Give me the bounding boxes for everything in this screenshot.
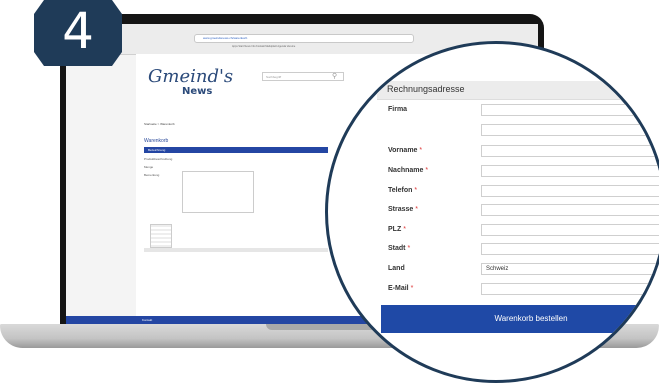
vorname-input[interactable] bbox=[481, 145, 659, 157]
product-thumbnail bbox=[150, 224, 172, 248]
field-label-vorname: Vorname * bbox=[388, 147, 423, 154]
field-label-land: Land bbox=[388, 265, 405, 272]
magnifier-circle: Rechnungsadresse Firma Vorname * Nachnam… bbox=[325, 41, 659, 383]
field-label-stadt: Stadt * bbox=[388, 245, 411, 252]
strasse-input[interactable] bbox=[481, 204, 659, 216]
address-bar[interactable]: www.gmeindsnews.ch/warenkorb bbox=[194, 34, 414, 43]
cart-label-quantity: Menge bbox=[144, 165, 154, 169]
field-label-firma: Firma bbox=[388, 106, 408, 113]
note-textarea[interactable] bbox=[182, 171, 254, 213]
nachname-input[interactable] bbox=[481, 165, 659, 177]
page-title: Warenkorb bbox=[144, 138, 169, 144]
bookmarks-bar[interactable]: Apps Start News Info Kontakt Marktplatz … bbox=[232, 45, 295, 48]
site-logo[interactable]: Gmeind's bbox=[148, 66, 233, 87]
land-select[interactable]: Schweiz bbox=[481, 263, 659, 275]
address-text: www.gmeindsnews.ch/warenkorb bbox=[203, 36, 248, 40]
telefon-input[interactable] bbox=[481, 185, 659, 197]
order-cart-button[interactable]: Warenkorb bestellen bbox=[381, 305, 659, 333]
email-input[interactable] bbox=[481, 283, 659, 295]
billing-section-title: Rechnungsadresse bbox=[387, 84, 465, 94]
plz-input[interactable] bbox=[481, 224, 659, 236]
field-label-plz: PLZ * bbox=[388, 226, 406, 233]
step-number: 4 bbox=[62, 2, 94, 60]
firma-input[interactable] bbox=[481, 104, 659, 116]
step-badge: 4 bbox=[34, 0, 122, 66]
site-logo-news[interactable]: News bbox=[182, 86, 212, 97]
cart-label-note: Bemerkung bbox=[144, 173, 160, 177]
cart-header-bar: Bezeichnung bbox=[144, 147, 328, 153]
field-label-nachname: Nachname * bbox=[388, 167, 429, 174]
breadcrumb[interactable]: Startseite > Warenkorb bbox=[144, 122, 175, 126]
stadt-input[interactable] bbox=[481, 243, 659, 255]
field-label-strasse: Strasse * bbox=[388, 206, 418, 213]
cart-label-description: Produktbeschreibung bbox=[144, 157, 173, 161]
firma-input-2[interactable] bbox=[481, 124, 659, 136]
field-label-email: E-Mail * bbox=[388, 285, 414, 292]
field-label-telefon: Telefon * bbox=[388, 187, 418, 194]
cart-divider bbox=[144, 248, 328, 252]
